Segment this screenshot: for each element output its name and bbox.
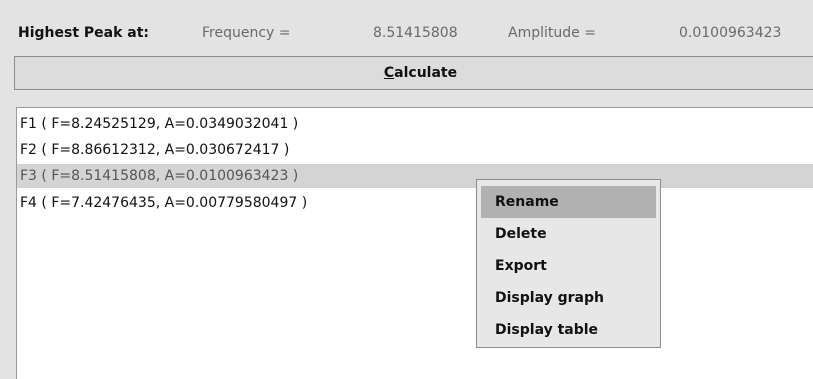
frequency-label: Frequency = (202, 25, 291, 41)
calculate-label: alculate (394, 65, 458, 81)
list-item-f3[interactable]: F3 ( F=8.51415808, A=0.0100963423 ) (17, 164, 813, 188)
highest-peak-label: Highest Peak at: (18, 25, 150, 41)
amplitude-value: 0.0100963423 (679, 25, 782, 41)
highest-peak-bar: Highest Peak at: Frequency = 8.51415808 … (0, 20, 813, 46)
context-menu: Rename Delete Export Display graph Displ… (476, 179, 661, 348)
frequency-value: 8.51415808 (373, 25, 458, 41)
menu-item-export[interactable]: Export (477, 250, 660, 282)
menu-item-rename[interactable]: Rename (481, 186, 656, 218)
calculate-button[interactable]: Calculate (14, 56, 813, 90)
list-item-f1[interactable]: F1 ( F=8.24525129, A=0.0349032041 ) (20, 112, 298, 136)
amplitude-label: Amplitude = (508, 25, 596, 41)
calculate-mnemonic: C (383, 65, 395, 81)
list-item-f4[interactable]: F4 ( F=7.42476435, A=0.00779580497 ) (20, 191, 307, 215)
menu-item-display-graph[interactable]: Display graph (477, 282, 660, 314)
menu-item-display-table[interactable]: Display table (477, 314, 660, 346)
menu-item-delete[interactable]: Delete (477, 218, 660, 250)
results-list[interactable]: F1 ( F=8.24525129, A=0.0349032041 ) F2 (… (16, 107, 813, 379)
list-item-f2[interactable]: F2 ( F=8.86612312, A=0.030672417 ) (20, 138, 289, 162)
